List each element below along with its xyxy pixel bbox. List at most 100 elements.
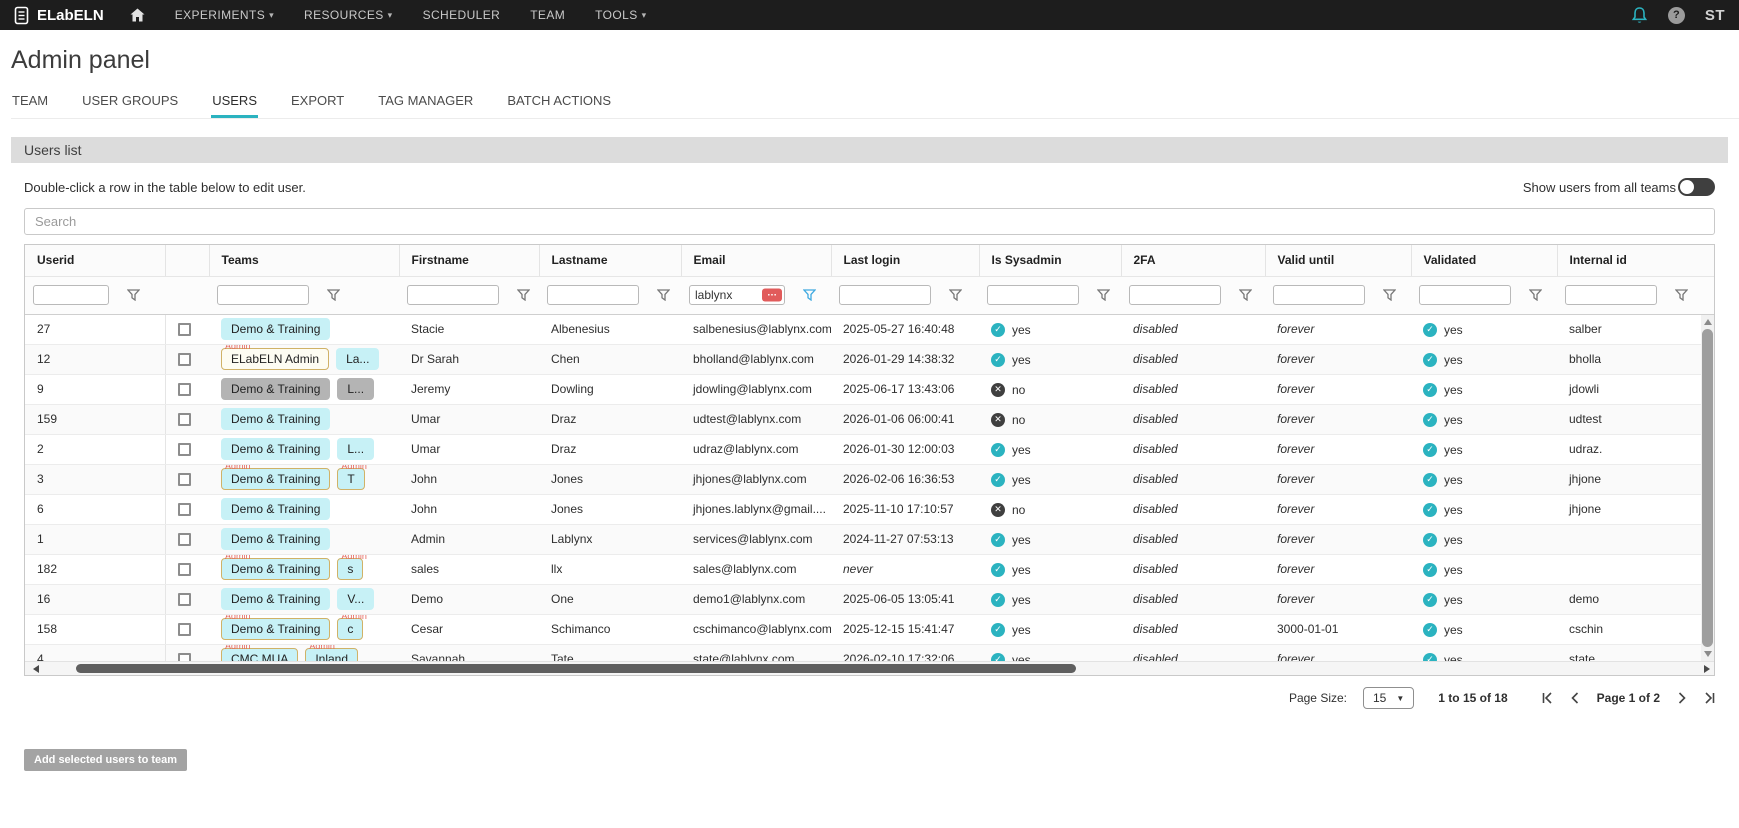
admin-flag: Admin <box>341 554 367 561</box>
scroll-up-arrow[interactable] <box>1704 319 1712 325</box>
horizontal-scrollbar[interactable] <box>25 661 1714 675</box>
filter-input-lastname[interactable] <box>547 285 639 305</box>
row-checkbox[interactable] <box>178 593 191 606</box>
tab-batch-actions[interactable]: BATCH ACTIONS <box>506 91 612 118</box>
table-row[interactable]: 16Demo & TrainingV...DemoOnedemo1@lablyn… <box>25 584 1715 614</box>
tab-tag-manager[interactable]: TAG MANAGER <box>377 91 474 118</box>
bell-icon[interactable] <box>1631 6 1648 24</box>
table-row[interactable]: 159Demo & TrainingUmarDrazudtest@lablynx… <box>25 404 1715 434</box>
table-row[interactable]: 182AdminDemo & TrainingAdminssalesllxsal… <box>25 554 1715 584</box>
page-size-select[interactable]: 15 ▼ <box>1363 687 1414 709</box>
tab-export[interactable]: EXPORT <box>290 91 345 118</box>
column-header-internal-id[interactable]: Internal id <box>1557 245 1715 276</box>
filter-input-internal-id[interactable] <box>1565 285 1657 305</box>
vertical-scroll-thumb[interactable] <box>1702 329 1713 647</box>
cell-userid: 9 <box>25 374 165 404</box>
filter-funnel-icon[interactable] <box>1097 289 1110 301</box>
vertical-scrollbar[interactable] <box>1701 315 1714 661</box>
table-row[interactable]: 6Demo & TrainingJohnJonesjhjones.lablynx… <box>25 494 1715 524</box>
user-initials[interactable]: ST <box>1705 7 1725 24</box>
home-icon[interactable] <box>130 8 145 22</box>
scroll-right-arrow[interactable] <box>1704 665 1710 673</box>
horizontal-scroll-thumb[interactable] <box>76 664 1076 673</box>
filter-funnel-icon[interactable] <box>657 289 670 301</box>
filter-funnel-icon[interactable] <box>517 289 530 301</box>
nav-item-scheduler[interactable]: SCHEDULER <box>423 8 501 22</box>
column-header-2fa[interactable]: 2FA <box>1121 245 1265 276</box>
add-selected-users-button[interactable]: Add selected users to team <box>24 749 187 771</box>
filter-more-badge[interactable]: … <box>762 289 782 302</box>
next-page-button[interactable] <box>1678 692 1686 704</box>
filter-funnel-icon[interactable] <box>327 289 340 301</box>
column-header-userid[interactable]: Userid <box>25 245 165 276</box>
nav-item-tools[interactable]: TOOLS▾ <box>595 8 646 22</box>
row-checkbox[interactable] <box>178 473 191 486</box>
check-circle-icon: ✓ <box>1423 323 1437 337</box>
row-checkbox[interactable] <box>178 323 191 336</box>
filter-input-firstname[interactable] <box>407 285 499 305</box>
table-row[interactable]: 12AdminELabELN AdminLa...Dr SarahChenbho… <box>25 344 1715 374</box>
column-header-teams[interactable]: Teams <box>209 245 399 276</box>
status-text: yes <box>1444 533 1463 547</box>
tab-user-groups[interactable]: USER GROUPS <box>81 91 179 118</box>
row-checkbox[interactable] <box>178 623 191 636</box>
filter-input-teams[interactable] <box>217 285 309 305</box>
column-header-validated[interactable]: Validated <box>1411 245 1557 276</box>
row-checkbox[interactable] <box>178 503 191 516</box>
cell-lastname: llx <box>539 554 681 584</box>
filter-funnel-icon[interactable] <box>127 289 140 301</box>
filter-input-last-login[interactable] <box>839 285 931 305</box>
nav-item-experiments[interactable]: EXPERIMENTS▾ <box>175 8 274 22</box>
first-page-button[interactable] <box>1542 692 1553 704</box>
table-row[interactable]: 2Demo & TrainingL...UmarDrazudraz@lablyn… <box>25 434 1715 464</box>
filter-funnel-icon[interactable] <box>1529 289 1542 301</box>
cell-email: services@lablynx.com <box>681 524 831 554</box>
filter-input-userid[interactable] <box>33 285 109 305</box>
show-all-teams-toggle[interactable] <box>1678 178 1715 196</box>
search-input[interactable] <box>24 208 1715 235</box>
column-header-lastname[interactable]: Lastname <box>539 245 681 276</box>
filter-input-2fa[interactable] <box>1129 285 1221 305</box>
nav-item-team[interactable]: TEAM <box>530 8 565 22</box>
cell-lastname: One <box>539 584 681 614</box>
column-header-is-sysadmin[interactable]: Is Sysadmin <box>979 245 1121 276</box>
cell-firstname: Stacie <box>399 314 539 344</box>
help-icon[interactable]: ? <box>1668 7 1685 24</box>
status-text: yes <box>1444 593 1463 607</box>
table-row[interactable]: 27Demo & TrainingStacieAlbenesiussalbene… <box>25 314 1715 344</box>
filter-input-is-sysadmin[interactable] <box>987 285 1079 305</box>
row-checkbox[interactable] <box>178 413 191 426</box>
tab-users[interactable]: USERS <box>211 91 258 118</box>
column-header-valid-until[interactable]: Valid until <box>1265 245 1411 276</box>
filter-funnel-icon[interactable] <box>1239 289 1252 301</box>
table-row[interactable]: 158AdminDemo & TrainingAdmincCesarSchima… <box>25 614 1715 644</box>
row-checkbox[interactable] <box>178 533 191 546</box>
table-row[interactable]: 1Demo & TrainingAdminLablynxservices@lab… <box>25 524 1715 554</box>
table-row[interactable]: 9Demo & TrainingL...JeremyDowlingjdowlin… <box>25 374 1715 404</box>
column-header-email[interactable]: Email <box>681 245 831 276</box>
last-page-button[interactable] <box>1704 692 1715 704</box>
nav-item-resources[interactable]: RESOURCES▾ <box>304 8 393 22</box>
filter-input-validated[interactable] <box>1419 285 1511 305</box>
filter-funnel-icon[interactable] <box>1675 289 1688 301</box>
row-checkbox[interactable] <box>178 383 191 396</box>
filter-funnel-icon[interactable] <box>803 289 816 301</box>
tab-team[interactable]: TEAM <box>11 91 49 118</box>
filter-input-valid-until[interactable] <box>1273 285 1365 305</box>
filter-funnel-icon[interactable] <box>1383 289 1396 301</box>
row-checkbox[interactable] <box>178 353 191 366</box>
table-row[interactable]: 3AdminDemo & TrainingAdminTJohnJonesjhjo… <box>25 464 1715 494</box>
prev-page-button[interactable] <box>1571 692 1579 704</box>
check-circle-icon: ✓ <box>991 443 1005 457</box>
cell-last-login: 2024-11-27 07:53:13 <box>831 524 979 554</box>
scroll-left-arrow[interactable] <box>33 665 39 673</box>
column-header-last-login[interactable]: Last login <box>831 245 979 276</box>
app-logo[interactable]: ELabELN <box>14 6 104 25</box>
filter-funnel-icon[interactable] <box>949 289 962 301</box>
column-header-firstname[interactable]: Firstname <box>399 245 539 276</box>
status-text: no <box>1012 383 1025 397</box>
row-checkbox[interactable] <box>178 563 191 576</box>
row-checkbox[interactable] <box>178 443 191 456</box>
scroll-down-arrow[interactable] <box>1704 651 1712 657</box>
chevron-down-icon: ▾ <box>388 10 393 21</box>
